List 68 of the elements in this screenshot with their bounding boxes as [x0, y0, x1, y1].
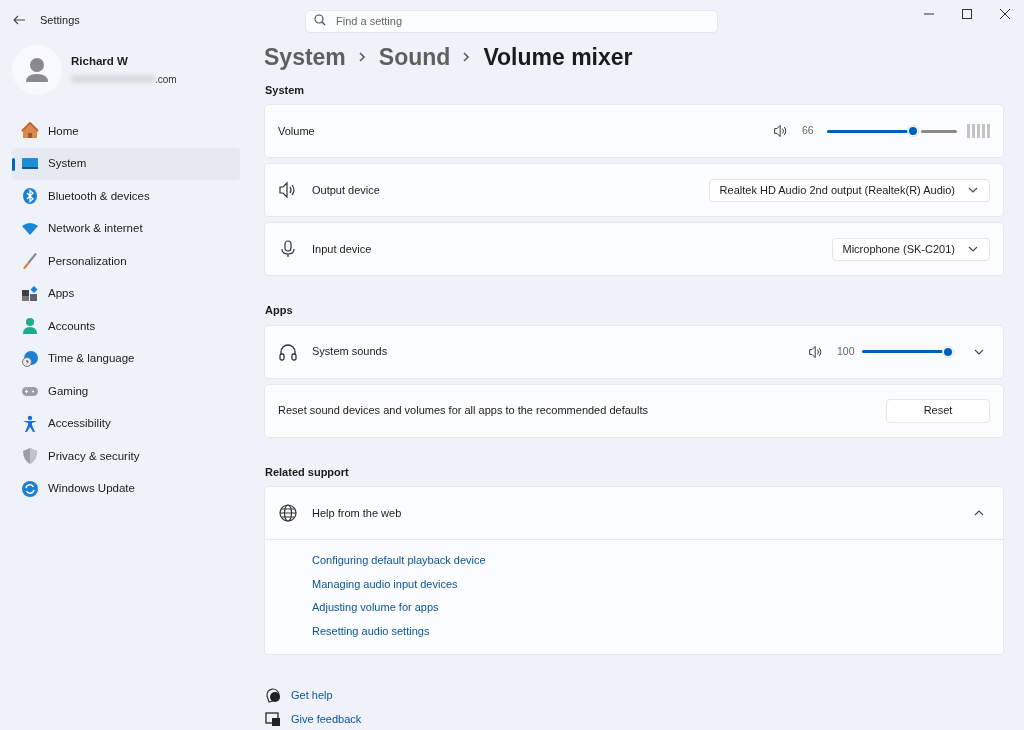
nav-item[interactable]: Gaming — [12, 375, 240, 408]
window-title: Settings — [40, 12, 80, 28]
headphones-icon — [278, 341, 298, 362]
help-chat-icon — [264, 686, 282, 704]
setting-label: Reset sound devices and volumes for all apps to the recommended defaults — [278, 403, 649, 419]
speaker-icon — [808, 343, 824, 360]
section-heading: System — [265, 82, 306, 98]
footer-link[interactable]: Get help — [291, 686, 333, 704]
speaker-icon — [278, 180, 298, 200]
globe-icon — [278, 503, 298, 523]
breadcrumb-item: Volume mixer — [483, 43, 633, 72]
nav-item[interactable]: Privacy & security — [12, 440, 240, 473]
feedback-icon — [264, 710, 282, 728]
chevron-right-icon — [358, 52, 366, 63]
breadcrumb-item[interactable]: Sound — [378, 40, 451, 75]
setting-label: Input device — [312, 241, 373, 257]
nav-item[interactable]: Time & language — [12, 342, 240, 375]
nav-item[interactable]: Bluetooth & devices — [12, 180, 240, 213]
setting-label: Output device — [312, 182, 381, 198]
help-link[interactable]: Resetting audio settings — [312, 622, 1003, 646]
home-icon — [21, 122, 39, 141]
search-icon — [314, 14, 326, 26]
selection-indicator — [12, 157, 15, 171]
accessibility-icon — [21, 414, 39, 433]
help-link[interactable]: Configuring default playback device — [312, 552, 1003, 576]
microphone-icon — [278, 239, 298, 259]
nav-item[interactable]: Accessibility — [12, 407, 240, 440]
breadcrumb-item[interactable]: System — [264, 40, 346, 75]
maximize-icon — [962, 9, 972, 19]
back-arrow-icon — [12, 14, 26, 26]
nav-item[interactable]: Personalization — [12, 245, 240, 278]
nav-item[interactable]: Network & internet — [12, 212, 240, 245]
nav-item[interactable]: Home — [12, 115, 240, 148]
section-heading: Apps — [265, 303, 294, 318]
help-link[interactable]: Adjusting volume for apps — [312, 599, 1003, 623]
volume-value: 66 — [802, 123, 815, 139]
section-heading: Related support — [265, 464, 350, 480]
level-meter-icon — [967, 124, 990, 138]
setting-label: System sounds — [312, 344, 389, 360]
setting-label: Help from the web — [312, 505, 403, 521]
setting-label: Volume — [278, 123, 316, 139]
dropdown[interactable]: Microphone (SK-C201) — [831, 237, 990, 261]
nav-item[interactable]: System — [12, 147, 240, 180]
chevron-right-icon — [463, 52, 471, 63]
person-icon — [21, 317, 39, 336]
user-email: .com — [155, 72, 177, 87]
user-name: Richard W — [71, 54, 129, 70]
nav-item[interactable]: Accounts — [12, 310, 240, 343]
apps-icon — [21, 284, 39, 303]
reset-button[interactable]: Reset — [886, 398, 990, 423]
globe-clock-icon — [21, 349, 39, 368]
bluetooth-icon — [21, 187, 39, 206]
update-icon — [21, 479, 39, 498]
nav-item[interactable]: Apps — [12, 277, 240, 310]
slider-thumb[interactable] — [942, 345, 954, 358]
shield-icon — [21, 447, 39, 466]
nav-item[interactable]: Windows Update — [12, 472, 240, 505]
help-link[interactable]: Managing audio input devices — [312, 575, 1003, 599]
volume-value: 100 — [837, 343, 856, 359]
person-silhouette-icon — [25, 57, 49, 83]
brush-icon — [21, 252, 39, 271]
close-icon — [1000, 9, 1010, 19]
volume-slider[interactable] — [827, 123, 957, 139]
slider-thumb[interactable] — [906, 125, 919, 137]
search-field[interactable]: Find a setting — [305, 9, 718, 33]
dropdown[interactable]: Realtek HD Audio 2nd output (Realtek(R) Audio) — [708, 178, 990, 202]
speaker-icon — [773, 123, 789, 139]
footer-link[interactable]: Give feedback — [291, 710, 362, 728]
